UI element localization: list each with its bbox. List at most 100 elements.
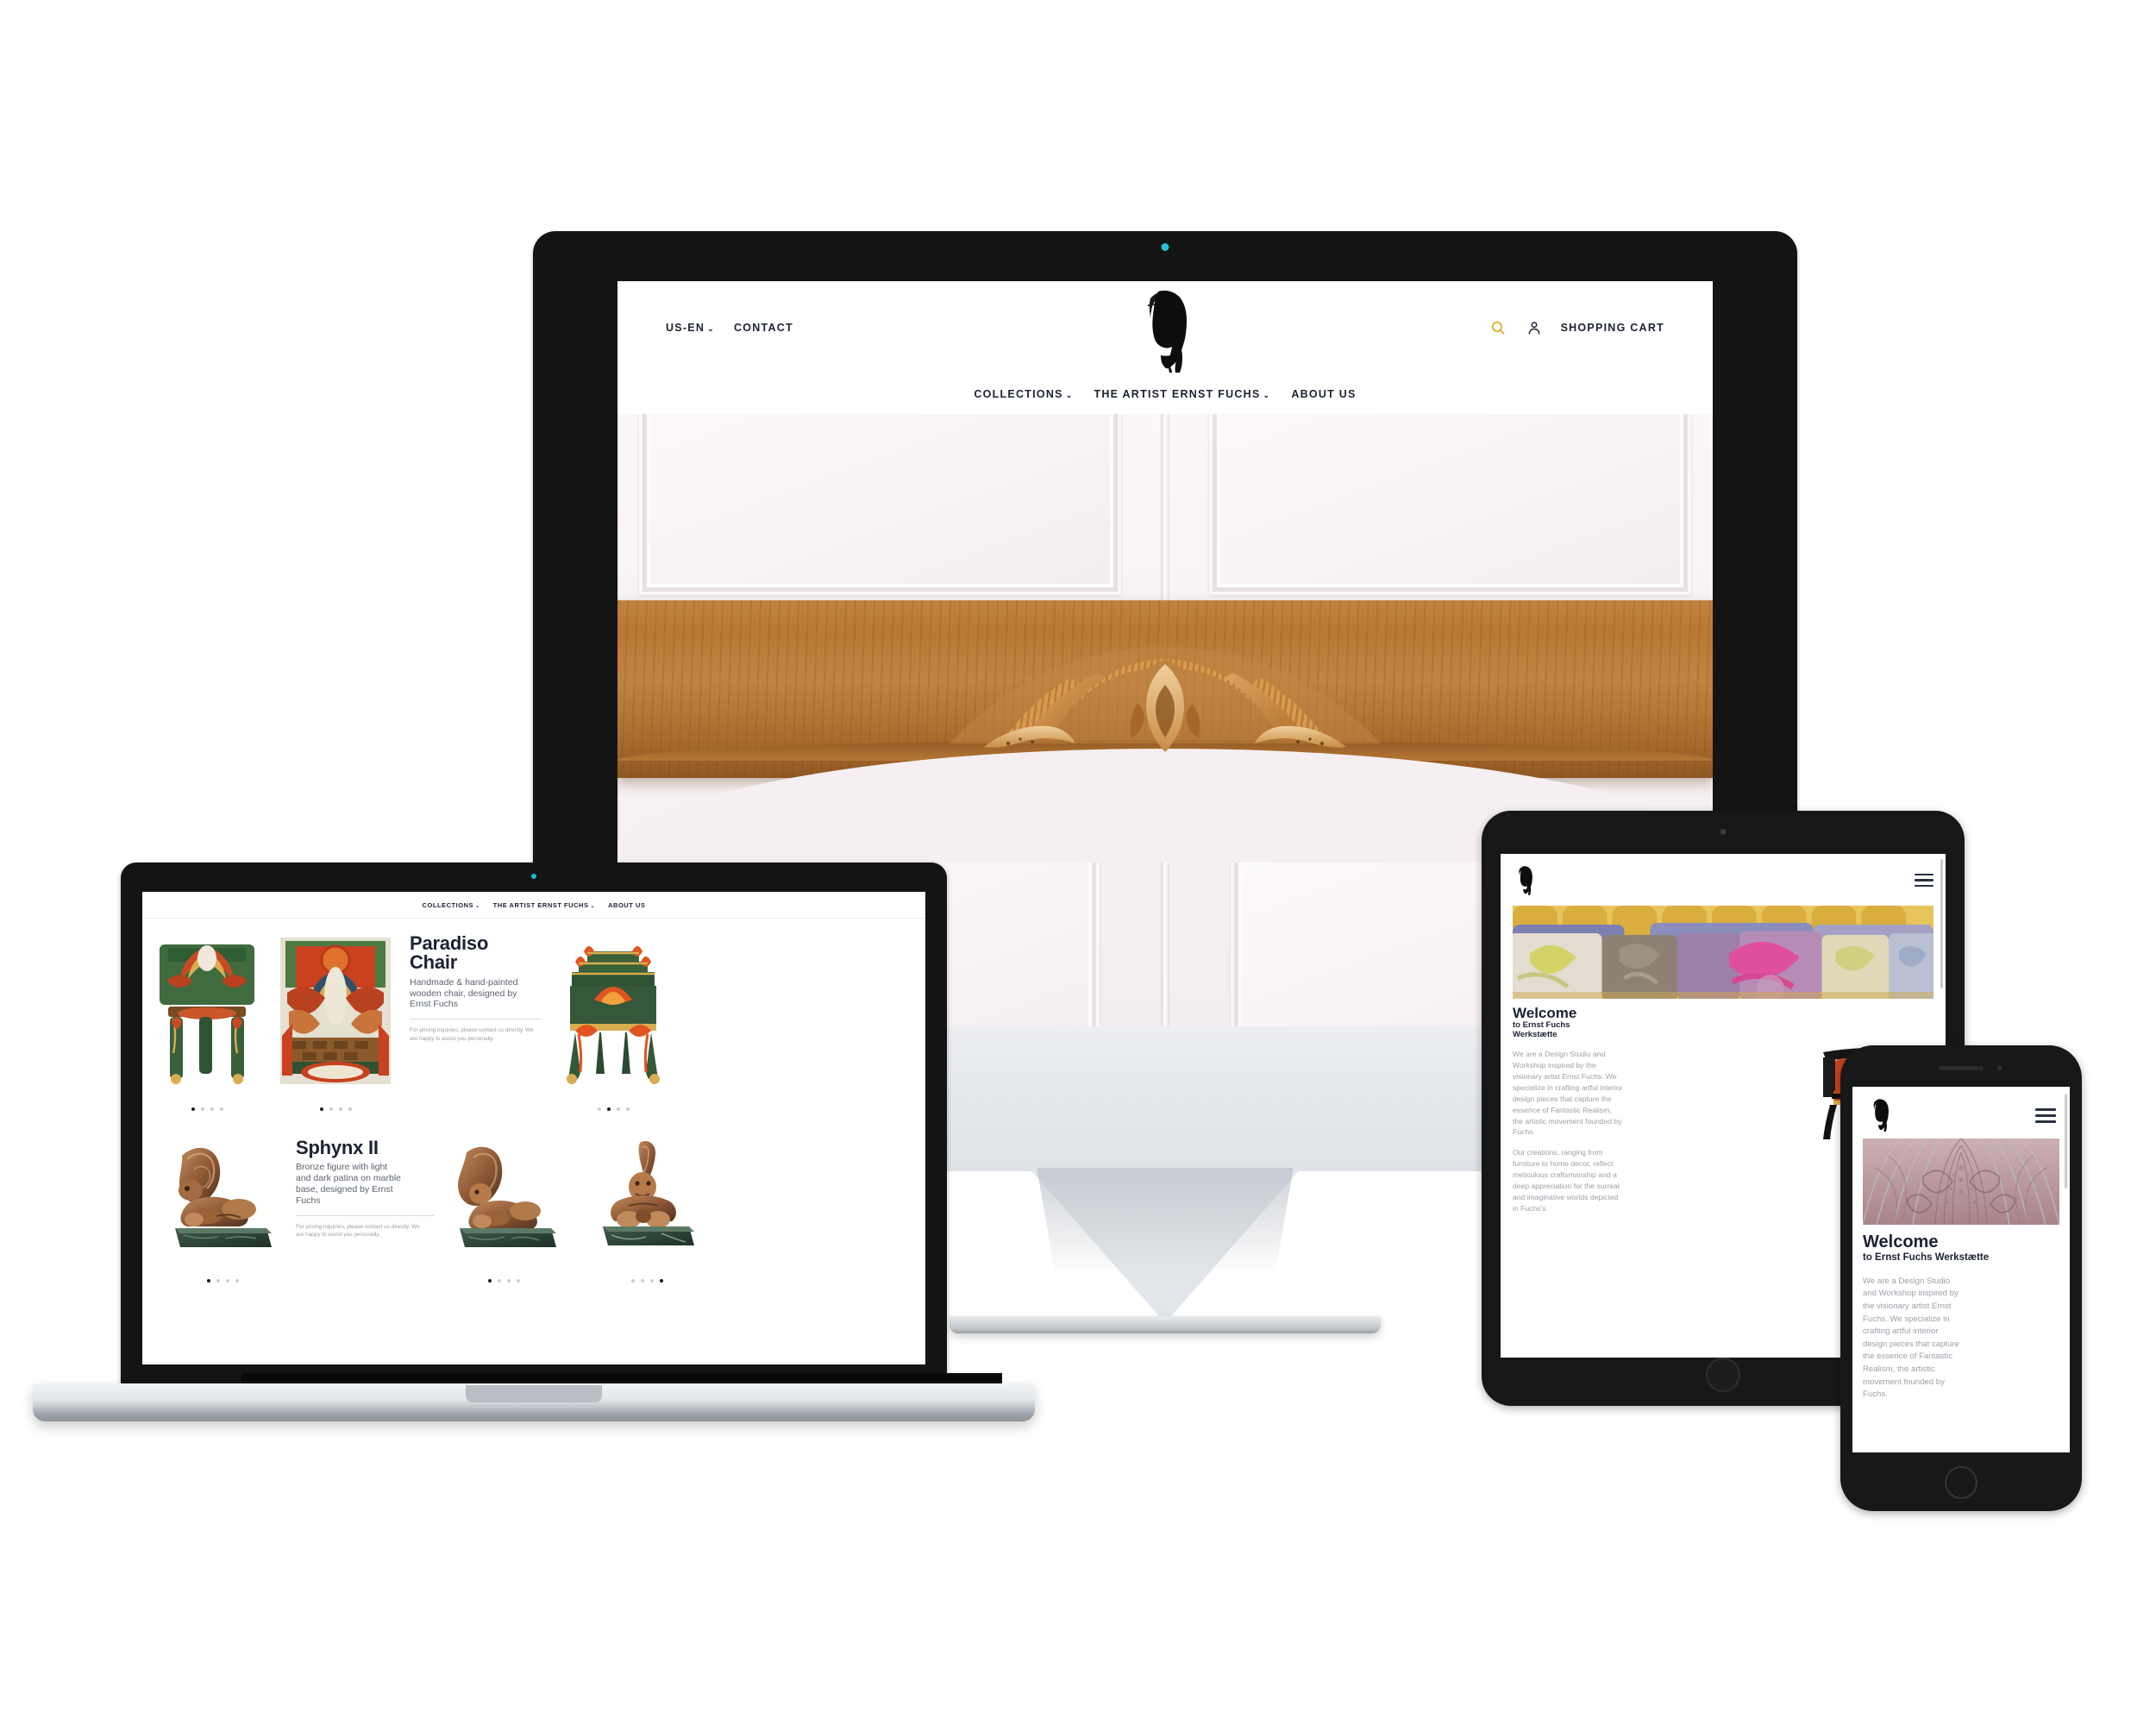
carousel-dot[interactable] <box>319 1107 323 1111</box>
product-description: Bronze figure with light and dark patina… <box>296 1162 401 1206</box>
product-image-carousel[interactable] <box>573 1137 720 1283</box>
nav-item-about-us[interactable]: ABOUT US <box>608 901 645 909</box>
welcome-subheading: to Ernst Fuchs Werkstætte <box>1513 1020 1934 1039</box>
desktop-main-nav: COLLECTIONS ⌄ THE ARTIST ERNST FUCHS ⌄ ABO… <box>617 374 1713 414</box>
product-pricing-note: For pricing inquiries, please contact us… <box>296 1223 420 1238</box>
carousel-dots[interactable] <box>589 1279 705 1283</box>
carousel-dot[interactable] <box>210 1107 214 1111</box>
product-image-carousel[interactable] <box>434 1137 573 1283</box>
search-icon[interactable] <box>1489 318 1507 337</box>
phone-hero-image <box>1863 1138 2059 1225</box>
laptop-lid: COLLECTIONS ⌄ THE ARTIST ERNST FUCHS ⌄ ABO… <box>121 862 1002 1390</box>
home-button[interactable] <box>1706 1358 1740 1392</box>
sphynx-ii-image-1 <box>175 1147 272 1247</box>
scrollbar[interactable] <box>2065 1094 2067 1189</box>
product-title: Paradiso Chair <box>410 932 537 973</box>
responsive-device-mockup-scene: US-EN ⌄ CONTACT SHOPPING CART COLLECTION… <box>0 0 2156 1725</box>
chevron-down-icon: ⌄ <box>1263 391 1271 399</box>
front-camera-icon <box>1720 829 1727 835</box>
carousel-dot[interactable] <box>630 1279 635 1283</box>
nav-label: THE ARTIST ERNST FUCHS <box>492 900 589 909</box>
welcome-heading: Welcome <box>1863 1233 1939 1251</box>
carousel-dots[interactable] <box>275 1107 396 1111</box>
pillows-on-sofa-artwork <box>1513 906 1934 999</box>
carousel-dot[interactable] <box>659 1279 663 1283</box>
phone-mockup: Welcome to Ernst Fuchs Werkstætte We are… <box>1840 1045 2082 1511</box>
laptop-main-nav: COLLECTIONS ⌄ THE ARTIST ERNST FUCHS ⌄ ABO… <box>142 892 925 918</box>
brand-logo[interactable] <box>1866 1099 1894 1132</box>
locale-selector[interactable]: US-EN ⌄ <box>666 322 715 334</box>
paradiso-chair-image-3 <box>567 946 660 1084</box>
carousel-dots[interactable] <box>165 1279 280 1283</box>
marquetry-inlay-motif <box>898 640 1432 769</box>
laptop-trackpad-notch <box>466 1385 602 1402</box>
tablet-header <box>1501 854 1946 902</box>
account-icon[interactable] <box>1525 318 1544 337</box>
product-image-carousel[interactable] <box>272 932 399 1111</box>
carousel-dot[interactable] <box>235 1279 239 1283</box>
contact-link[interactable]: CONTACT <box>734 322 793 334</box>
welcome-subheading-line-2: Werkstætte <box>1513 1029 1557 1039</box>
desktop-utility-nav: US-EN ⌄ CONTACT <box>666 322 793 334</box>
product-pricing-note: For pricing inquiries, please contact us… <box>410 1027 534 1042</box>
door-panel <box>1208 414 1691 595</box>
home-button[interactable] <box>1945 1466 1977 1499</box>
paradiso-chair-image-2 <box>280 938 391 1084</box>
nav-item-collections[interactable]: COLLECTIONS ⌄ <box>423 901 480 909</box>
carousel-dot[interactable] <box>625 1107 630 1111</box>
carousel-dot[interactable] <box>191 1107 195 1111</box>
nav-label: COLLECTIONS <box>974 388 1063 400</box>
carousel-dot[interactable] <box>516 1279 520 1283</box>
carousel-dot[interactable] <box>616 1107 620 1111</box>
welcome-subheading-line-1: to Ernst Fuchs <box>1513 1020 1570 1030</box>
product-image-carousel[interactable] <box>142 932 272 1111</box>
shopping-cart-link[interactable]: SHOPPING CART <box>1561 322 1664 334</box>
nav-item-the-artist-ernst-fuchs[interactable]: THE ARTIST ERNST FUCHS ⌄ <box>1094 388 1271 400</box>
laptop-mockup: COLLECTIONS ⌄ THE ARTIST ERNST FUCHS ⌄ ABO… <box>33 862 1035 1440</box>
carousel-dot[interactable] <box>640 1279 644 1283</box>
carousel-dot[interactable] <box>487 1279 492 1283</box>
nav-item-about-us[interactable]: ABOUT US <box>1291 388 1356 400</box>
product-image-carousel[interactable] <box>544 932 682 1111</box>
chevron-down-icon: ⌄ <box>707 324 715 333</box>
earpiece-speaker <box>1939 1066 1984 1070</box>
carousel-dot[interactable] <box>649 1279 654 1283</box>
product-copy: Paradiso Chair Handmade & hand-painted w… <box>399 932 544 1043</box>
carousel-dot[interactable] <box>506 1279 511 1283</box>
carousel-dot[interactable] <box>225 1279 229 1283</box>
carousel-dot[interactable] <box>338 1107 342 1111</box>
brand-logo[interactable] <box>1131 290 1199 373</box>
product-title-line-1: Paradiso <box>410 932 489 954</box>
phone-screen: Welcome to Ernst Fuchs Werkstætte We are… <box>1852 1087 2070 1452</box>
laptop-screen: COLLECTIONS ⌄ THE ARTIST ERNST FUCHS ⌄ ABO… <box>142 892 925 1364</box>
phone-welcome-section: Welcome to Ernst Fuchs Werkstætte We are… <box>1852 1225 2070 1402</box>
monitor-stand-shading <box>1037 1168 1294 1323</box>
carousel-dot[interactable] <box>219 1107 223 1111</box>
carousel-dot[interactable] <box>200 1107 204 1111</box>
carousel-dot[interactable] <box>206 1279 210 1283</box>
hamburger-menu-icon[interactable] <box>2035 1107 2056 1123</box>
nav-item-collections[interactable]: COLLECTIONS ⌄ <box>974 388 1073 400</box>
chevron-down-icon: ⌄ <box>475 903 480 909</box>
carousel-dot[interactable] <box>497 1279 501 1283</box>
door-panel <box>639 414 1122 595</box>
carousel-dot[interactable] <box>329 1107 333 1111</box>
welcome-paragraph-2: Our creations, ranging from furniture to… <box>1513 1148 1620 1213</box>
carousel-dot[interactable] <box>606 1107 611 1111</box>
carousel-dot[interactable] <box>216 1279 220 1283</box>
nav-item-the-artist-ernst-fuchs[interactable]: THE ARTIST ERNST FUCHS ⌄ <box>493 901 595 909</box>
carousel-dot[interactable] <box>348 1107 352 1111</box>
sphynx-ii-image-3 <box>603 1140 694 1245</box>
carousel-dot[interactable] <box>597 1107 601 1111</box>
carousel-dots[interactable] <box>553 1107 674 1111</box>
brand-logo[interactable] <box>1513 865 1537 895</box>
chevron-down-icon: ⌄ <box>1065 391 1074 399</box>
carousel-dots[interactable] <box>151 1107 263 1111</box>
phone-website-page: Welcome to Ernst Fuchs Werkstætte We are… <box>1852 1087 2070 1452</box>
desktop-action-bar: SHOPPING CART <box>1489 318 1664 337</box>
product-section-paradiso-chair: Paradiso Chair Handmade & hand-painted w… <box>142 919 925 1111</box>
carousel-dots[interactable] <box>446 1279 561 1283</box>
hamburger-menu-icon[interactable] <box>1915 873 1934 888</box>
scrollbar[interactable] <box>1940 859 1943 988</box>
product-image-carousel[interactable] <box>142 1137 282 1283</box>
